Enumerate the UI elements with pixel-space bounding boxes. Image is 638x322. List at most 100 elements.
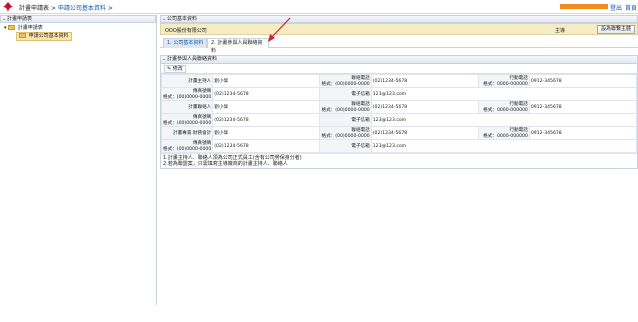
left-panel-header[interactable]: ⌄ 計畫申請表 [0, 15, 156, 23]
collapse-icon[interactable]: ⌄ [162, 56, 166, 63]
mobile-format: 格式：0000-000000 [483, 108, 528, 113]
collapse-icon[interactable]: ⌄ [2, 16, 6, 23]
tree-node-root[interactable]: ▾ 計畫申請表 [4, 25, 152, 32]
mobile-label: 行動電話 格式：0000-000000 [477, 126, 530, 140]
notes: 1.計畫主持人、聯絡人須為公司正式員工(含有公司勞保身分者) 2.若為聯盟案，只… [161, 153, 637, 168]
email-value: 123@123.com [370, 139, 638, 153]
mobile-format: 格式：0000-000000 [483, 134, 528, 139]
edit-button-label: 修改 [172, 66, 183, 72]
annotation-arrow-icon [268, 17, 291, 42]
left-panel: ⌄ 計畫申請表 ▾ 計畫申請表 申請公司基本資料 [0, 15, 157, 305]
table-row: 計畫專責 財務會計 劉小偉 聯絡電話 格式：(00)0000-0000 (02)1… [160, 126, 638, 140]
breadcrumb-separator: > [50, 5, 56, 12]
expand-icon[interactable]: ▾ [4, 25, 7, 31]
logout-link[interactable]: 登出 [610, 5, 622, 12]
main-content: ⌄ 公司基本資料 OOO股份有限公司 主導 設為聯繫主體 1. 公司基本資料 2… [160, 15, 638, 169]
role-label: 計畫聯絡人 [160, 100, 214, 114]
status-bar [560, 4, 608, 9]
contacts-panel-header[interactable]: ⌄ 計畫參與人員聯絡資料 [161, 56, 637, 64]
breadcrumb: 計畫申請表 > 申請公司基本資料 > [19, 3, 113, 12]
phone-format: 格式：(00)0000-0000 [321, 82, 370, 87]
email-label: 電子信箱 [319, 87, 372, 101]
phone-label: 聯絡電話 格式：(00)0000-0000 [319, 100, 372, 114]
fax-label-text: 傳真號碼 [192, 115, 212, 120]
email-label: 電子信箱 [319, 113, 372, 127]
set-contact-button[interactable]: 設為聯繫主體 [596, 25, 635, 34]
contacts-panel-title: 計畫參與人員聯絡資料 [167, 56, 218, 62]
contacts-toolbar: ✎ 修改 [161, 64, 637, 74]
fax-format: 格式：(00)0000-0000 [163, 95, 212, 100]
folder-icon [19, 33, 26, 38]
pencil-icon: ✎ [167, 66, 172, 72]
table-row: 傳真號碼 格式：(00)0000-0000 (02)1234-5678 電子信箱 … [160, 113, 638, 127]
company-role: 主導 [555, 28, 566, 34]
collapse-icon[interactable]: ⌄ [162, 16, 166, 23]
role-label: 計畫專責 財務會計 [160, 126, 214, 140]
fax-label: 傳真號碼 格式：(00)0000-0000 [160, 139, 214, 153]
fax-value: (02)1234-5678 [212, 139, 321, 153]
phone-label-text: 聯絡電話 [351, 102, 370, 107]
fax-format: 格式：(00)0000-0000 [163, 147, 212, 152]
phone-label-text: 聯絡電話 [351, 128, 370, 133]
top-bar: 計畫申請表 > 申請公司基本資料 > 登出 首頁 [0, 0, 638, 14]
contacts-table: 計畫主持人 劉小偉 聯絡電話 格式：(00)0000-0000 (02)1234-… [160, 74, 638, 153]
mobile-label-text: 行動電話 [509, 102, 528, 107]
edit-button[interactable]: ✎ 修改 [164, 65, 186, 73]
tree-node-company-label: 申請公司基本資料 [28, 33, 69, 39]
role-label: 計畫主持人 [160, 74, 214, 88]
fax-value: (02)1234-5678 [212, 87, 321, 101]
left-panel-title: 計畫申請表 [7, 16, 33, 22]
table-row: 計畫主持人 劉小偉 聯絡電話 格式：(00)0000-0000 (02)1234-… [160, 74, 638, 88]
email-value: 123@123.com [370, 87, 638, 101]
mobile-format: 格式：0000-000000 [483, 82, 528, 87]
fax-format: 格式：(00)0000-0000 [163, 121, 212, 126]
fax-label-text: 傳真號碼 [192, 89, 212, 94]
table-row: 傳真號碼 格式：(00)0000-0000 (02)1234-5678 電子信箱 … [160, 87, 638, 101]
email-label: 電子信箱 [319, 139, 372, 153]
mobile-label: 行動電話 格式：0000-000000 [477, 74, 530, 88]
tree-node-root-label: 計畫申請表 [17, 25, 43, 31]
breadcrumb-item-application[interactable]: 計畫申請表 [19, 5, 49, 12]
fax-value: (02)1234-5678 [212, 113, 321, 127]
company-row: OOO股份有限公司 主導 設為聯繫主體 [160, 23, 638, 35]
tab-bar: 1. 公司基本資料 2. 計畫參與人員聯絡資料 [160, 36, 638, 54]
phone-label-text: 聯絡電話 [351, 76, 370, 81]
fax-label: 傳真號碼 格式：(00)0000-0000 [160, 113, 214, 127]
mobile-value: 0912-345678 [528, 100, 638, 114]
phone-label: 聯絡電話 格式：(00)0000-0000 [319, 74, 372, 88]
table-row: 計畫聯絡人 劉小偉 聯絡電話 格式：(00)0000-0000 (02)1234-… [160, 100, 638, 114]
fax-label: 傳真號碼 格式：(00)0000-0000 [160, 87, 214, 101]
nav-tree: ▾ 計畫申請表 申請公司基本資料 [0, 23, 156, 43]
home-link[interactable]: 首頁 [625, 5, 637, 12]
mobile-label-text: 行動電話 [509, 128, 528, 133]
name-value: 劉小偉 [212, 74, 321, 88]
table-row: 傳真號碼 格式：(00)0000-0000 (02)1234-5678 電子信箱 … [160, 139, 638, 153]
name-value: 劉小偉 [212, 100, 321, 114]
breadcrumb-item-company[interactable]: 申請公司基本資料 [58, 5, 106, 12]
email-value: 123@123.com [370, 113, 638, 127]
company-panel-header[interactable]: ⌄ 公司基本資料 [160, 15, 638, 23]
phone-format: 格式：(00)0000-0000 [321, 134, 370, 139]
name-value: 劉小偉 [212, 126, 321, 140]
fax-label-text: 傳真號碼 [192, 141, 212, 146]
phone-format: 格式：(00)0000-0000 [321, 108, 370, 113]
company-panel-title: 公司基本資料 [167, 16, 198, 22]
mobile-label-text: 行動電話 [509, 76, 528, 81]
tab-company-info[interactable]: 1. 公司基本資料 [163, 38, 208, 48]
note-item: 2.若為聯盟案，只需填寫主導廠商的計畫主持人、聯絡人 [163, 161, 288, 167]
phone-value: (02)1234-5678 [370, 100, 479, 114]
phone-value: (02)1234-5678 [370, 74, 479, 88]
contacts-panel: ⌄ 計畫參與人員聯絡資料 ✎ 修改 計畫主持人 劉小偉 聯絡電話 格式：(00)0… [160, 55, 638, 169]
tab-participant-contacts[interactable]: 2. 計畫參與人員聯絡資料 [207, 38, 269, 54]
breadcrumb-separator: > [107, 5, 113, 12]
company-name: OOO股份有限公司 [165, 28, 207, 34]
mobile-value: 0912-345678 [528, 74, 638, 88]
folder-icon [8, 25, 16, 30]
phone-value: (02)1234-5678 [370, 126, 479, 140]
tree-node-company[interactable]: 申請公司基本資料 [16, 32, 72, 41]
mobile-label: 行動電話 格式：0000-000000 [477, 100, 530, 114]
user-links: 登出 首頁 [610, 3, 638, 12]
mobile-value: 0912-345678 [528, 126, 638, 140]
logo-icon [3, 2, 13, 12]
phone-label: 聯絡電話 格式：(00)0000-0000 [319, 126, 372, 140]
